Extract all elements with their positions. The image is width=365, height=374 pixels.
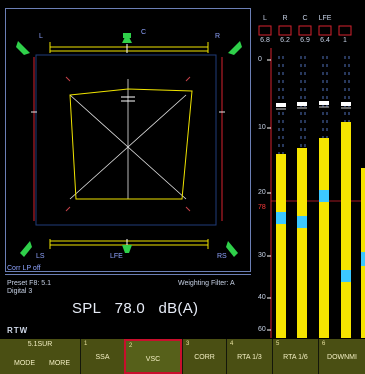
- channel-label-rs: RS: [217, 253, 227, 260]
- weighting-filter-label: Weighting Filter: A: [178, 280, 235, 287]
- scale-40: 40: [258, 294, 266, 301]
- softkey-rta-sixth[interactable]: 5 RTA 1/6: [272, 339, 318, 374]
- meter-value-r: 6.2: [280, 37, 290, 44]
- meter-value-lfe: 6.4: [320, 37, 330, 44]
- channel-label-r: R: [215, 33, 221, 40]
- scale-20: 20: [258, 189, 266, 196]
- meter-channel-r: R: [282, 15, 288, 22]
- softkey-vsc[interactable]: 2 VSC: [124, 339, 182, 374]
- level-meter-panel: L R C LFE 6.8 6.2 6.9 6.4 1 0 10 20 78 3…: [253, 8, 365, 338]
- softkey-number: 4: [230, 341, 234, 347]
- meter-channel-l: L: [263, 15, 267, 22]
- level-meter-graphic: [253, 8, 365, 338]
- softkey-ssa[interactable]: 1 SSA: [80, 339, 124, 374]
- softkey-number: 6: [322, 341, 326, 347]
- scale-10: 10: [258, 124, 266, 131]
- preset-info: Preset F8: 5.1 Digital 3: [7, 280, 51, 296]
- preset-line1: Preset F8: 5.1: [7, 280, 51, 287]
- channel-label-ls: LS: [36, 253, 45, 260]
- preset-line2: Digital 3: [7, 288, 33, 295]
- softkey-number: 1: [84, 341, 88, 347]
- spl-readout: SPL 78.0 dB(A): [72, 300, 198, 317]
- softkey-label: SSA: [95, 354, 110, 361]
- spl-label: SPL: [72, 300, 102, 317]
- rtw-logo: RTW: [7, 326, 29, 335]
- mode-button[interactable]: MODE: [14, 360, 35, 367]
- scale-30: 30: [258, 252, 266, 259]
- meter-channel-lfe: LFE: [318, 15, 332, 22]
- channel-label-lfe: LFE: [110, 253, 123, 260]
- scale-ref-78: 78: [258, 204, 266, 211]
- scale-60: 60: [258, 326, 266, 333]
- corr-label: Corr LP off: [7, 265, 41, 272]
- spl-unit: dB(A): [158, 300, 199, 317]
- meter-value-c: 6.9: [300, 37, 310, 44]
- more-button[interactable]: MORE: [49, 360, 70, 367]
- softkey-corr[interactable]: 3 CORR: [182, 339, 226, 374]
- meter-channel-c: C: [302, 15, 308, 22]
- softkey-rta-third[interactable]: 4 RTA 1/3: [226, 339, 272, 374]
- meter-value-extra: 1: [343, 37, 347, 44]
- vector-scope-panel: L C R LS LFE RS: [5, 8, 251, 272]
- softkey-label: RTA 1/6: [283, 354, 308, 361]
- vector-scope-graphic: [16, 33, 242, 257]
- softkey-downmix[interactable]: 6 DOWNMI: [318, 339, 365, 374]
- channel-label-l: L: [39, 33, 43, 40]
- softkey-label: RTA 1/3: [237, 354, 262, 361]
- softkey-number: 5: [276, 341, 280, 347]
- softkey-label: DOWNMI: [327, 354, 357, 361]
- mode-title: 5.1SUR: [27, 341, 53, 348]
- softkey-number: 2: [129, 343, 133, 349]
- channel-label-c: C: [141, 29, 147, 36]
- softkey-label: CORR: [194, 354, 215, 361]
- softkey-label: VSC: [145, 356, 161, 363]
- softkey-number: 3: [186, 341, 190, 347]
- spl-value: 78.0: [114, 300, 146, 317]
- scale-0: 0: [258, 56, 262, 63]
- meter-value-l: 6.8: [260, 37, 270, 44]
